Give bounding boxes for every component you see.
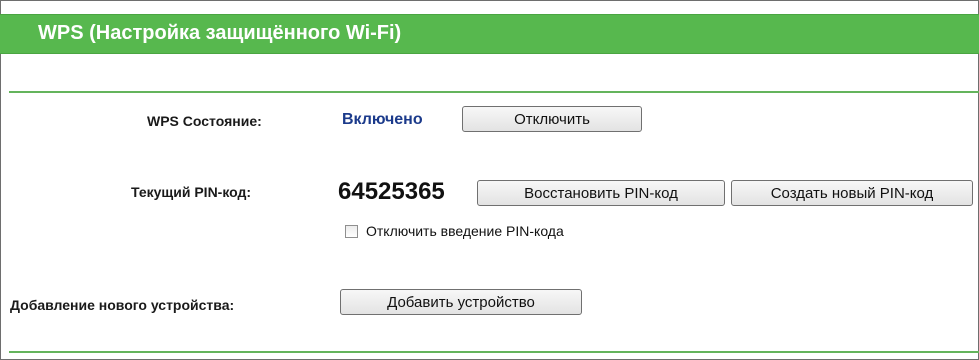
disable-pin-row[interactable]: Отключить введение PIN-кода [345,222,564,240]
current-pin-label: Текущий PIN-код: [131,184,252,200]
wps-status-label: WPS Состояние: [147,113,262,129]
restore-pin-button[interactable]: Восстановить PIN-код [477,180,725,206]
disable-pin-checkbox-label[interactable]: Отключить введение PIN-кода [366,223,564,239]
wps-status-value: Включено [342,111,423,128]
divider-bottom [9,351,979,353]
generate-new-pin-button[interactable]: Создать новый PIN-код [731,180,973,206]
add-device-label: Добавление нового устройства: [10,297,235,313]
divider-top [9,91,979,93]
title-bar: WPS (Настройка защищённого Wi-Fi) [0,14,979,54]
disable-pin-checkbox[interactable] [345,224,358,238]
current-pin-value: 64525365 [338,178,445,205]
page-title: WPS (Настройка защищённого Wi-Fi) [38,22,402,44]
disable-wps-button[interactable]: Отключить [462,106,642,132]
add-device-button[interactable]: Добавить устройство [340,289,582,315]
